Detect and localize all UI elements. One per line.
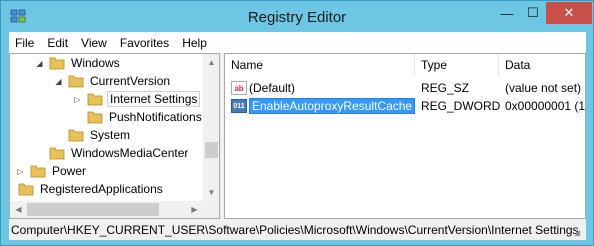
menu-favorites[interactable]: Favorites: [114, 36, 176, 50]
folder-icon: [49, 147, 65, 160]
column-header-type[interactable]: Type: [415, 54, 499, 76]
menu-file[interactable]: File: [9, 36, 41, 50]
menu-bar: File Edit View Favorites Help: [9, 32, 586, 53]
collapse-arrow-icon[interactable]: ◢: [54, 77, 63, 86]
close-button[interactable]: ✕: [546, 2, 592, 24]
column-header-data[interactable]: Data: [499, 54, 585, 76]
tree-item-label: WindowsMediaCenter: [71, 146, 189, 160]
status-bar: Computer\HKEY_CURRENT_USER\Software\Poli…: [9, 219, 586, 240]
collapse-arrow-icon[interactable]: ◢: [35, 59, 44, 68]
tree-item-label: RegisteredApplications: [40, 182, 163, 196]
tree-item-label: CurrentVersion: [90, 74, 171, 88]
expand-arrow-icon[interactable]: ▷: [73, 95, 82, 104]
value-data: 0x00000001 (1): [505, 99, 586, 113]
tree-item-internet-settings[interactable]: ▷ Internet Settings: [73, 90, 201, 108]
menu-help[interactable]: Help: [176, 36, 214, 50]
tree-vertical-scrollbar[interactable]: ▲ ▼: [203, 54, 219, 201]
tree-item-label: Internet Settings: [107, 91, 201, 107]
tree-item-power[interactable]: ▷ Power: [16, 162, 88, 180]
maximize-button[interactable]: ☐: [520, 2, 546, 24]
folder-open-icon: [49, 57, 65, 70]
value-name: (Default): [249, 81, 296, 95]
tree-item-currentversion[interactable]: ◢ CurrentVersion: [54, 72, 172, 90]
scroll-down-arrow-icon[interactable]: ▼: [203, 184, 219, 201]
string-value-icon: ab: [231, 81, 247, 95]
folder-icon: [87, 93, 103, 106]
value-row[interactable]: ab (Default) REG_SZ (value not set): [225, 79, 585, 97]
value-name: EnableAutoproxyResultCache: [249, 98, 416, 114]
key-tree-pane[interactable]: ◢ Windows ◢ CurrentVersion ▷ Internet Se…: [9, 53, 220, 219]
tree-item-label: Windows: [71, 56, 120, 70]
tree-item-label: System: [90, 128, 131, 142]
tree-item-system[interactable]: System: [54, 126, 132, 144]
dword-value-icon: 011: [231, 99, 247, 113]
folder-icon: [18, 183, 34, 196]
scroll-left-arrow-icon[interactable]: ◀: [10, 201, 27, 218]
registry-editor-window: Registry Editor — ☐ ✕ File Edit View Fav…: [0, 0, 594, 246]
folder-icon: [30, 165, 46, 178]
expand-arrow-icon[interactable]: ▷: [16, 167, 25, 176]
tree-item-pushnotifications[interactable]: PushNotifications: [73, 108, 204, 126]
resize-grip-icon[interactable]: ◢: [574, 228, 584, 238]
tree-item-registeredapplications[interactable]: RegisteredApplications: [10, 180, 165, 198]
tree-vertical-scroll-thumb[interactable]: [205, 142, 218, 158]
current-key-path: Computer\HKEY_CURRENT_USER\Software\Poli…: [11, 222, 579, 237]
value-type: REG_DWORD: [421, 99, 501, 113]
column-header-name[interactable]: Name: [225, 54, 415, 76]
menu-view[interactable]: View: [75, 36, 114, 50]
folder-icon: [87, 111, 103, 124]
menu-edit[interactable]: Edit: [41, 36, 75, 50]
value-type: REG_SZ: [421, 81, 470, 95]
tree-item-windowsmediacenter[interactable]: WindowsMediaCenter: [35, 144, 190, 162]
folder-open-icon: [68, 75, 84, 88]
value-data: (value not set): [505, 81, 582, 95]
scroll-up-arrow-icon[interactable]: ▲: [203, 54, 219, 71]
tree-horizontal-scroll-thumb[interactable]: [27, 203, 159, 216]
value-row-selected[interactable]: 011 EnableAutoproxyResultCache REG_DWORD…: [225, 97, 585, 115]
title-bar[interactable]: Registry Editor — ☐ ✕: [1, 1, 593, 32]
values-list-pane[interactable]: Name Type Data ab (Default) REG_SZ (valu…: [224, 53, 586, 219]
minimize-button[interactable]: —: [494, 2, 520, 24]
tree-item-label: PushNotifications: [109, 110, 202, 124]
tree-item-label: Power: [52, 164, 87, 178]
tree-horizontal-scrollbar[interactable]: ◀ ▶: [10, 201, 203, 218]
scroll-corner: [203, 201, 219, 218]
scroll-right-arrow-icon[interactable]: ▶: [186, 201, 203, 218]
tree-item-windows[interactable]: ◢ Windows: [35, 54, 122, 72]
folder-icon: [68, 129, 84, 142]
